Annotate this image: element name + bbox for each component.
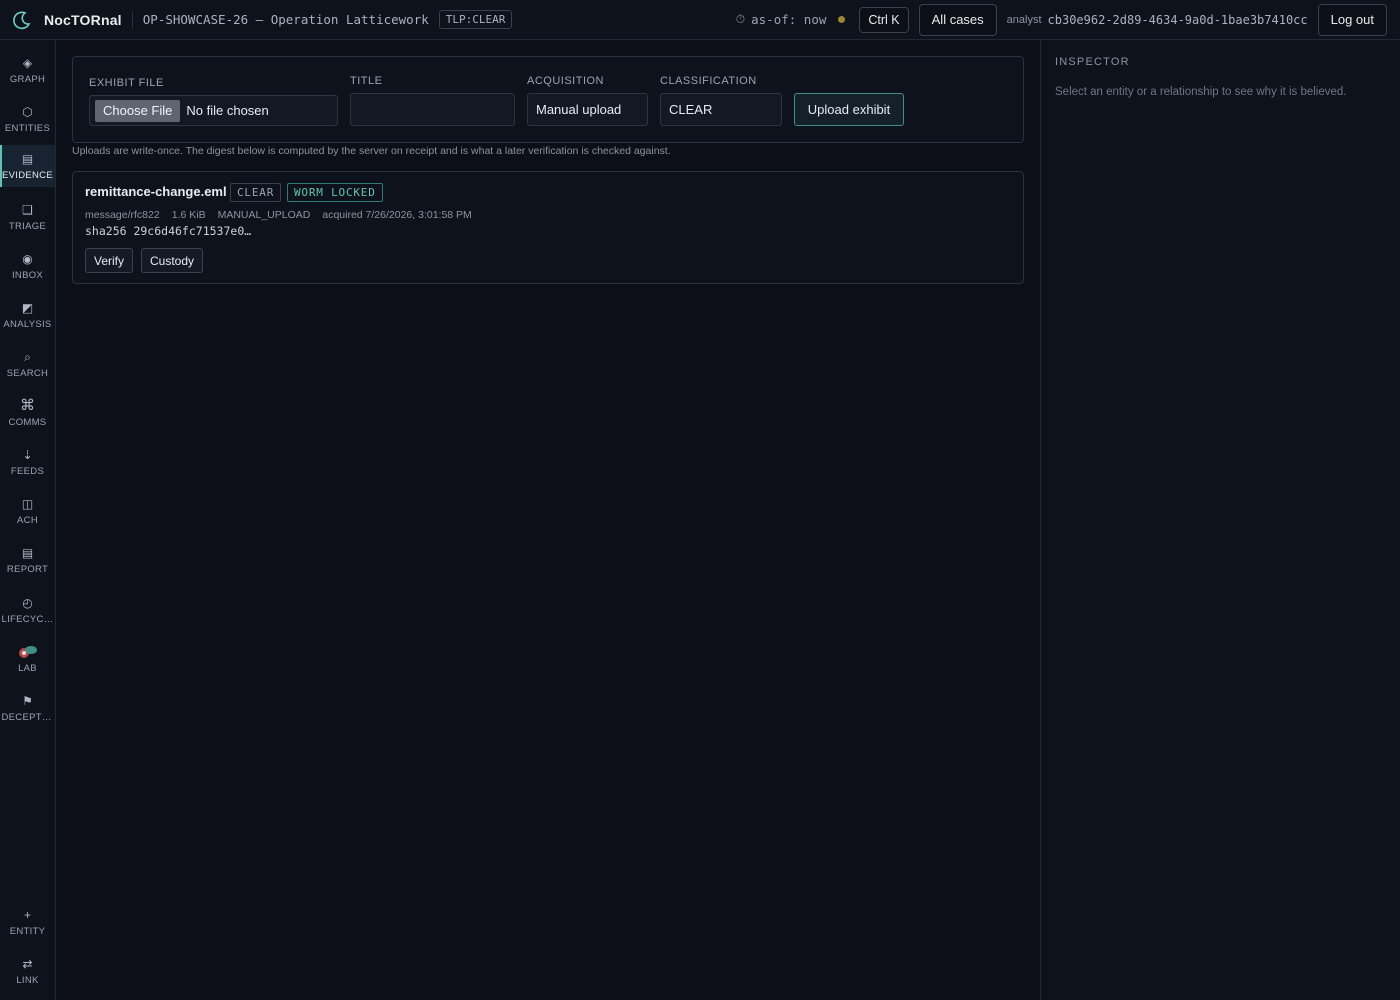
inspector-title: INSPECTOR [1055, 56, 1130, 68]
exhibit-file-input[interactable]: Choose File No file chosen [89, 95, 338, 126]
tlp-badge: TLP:CLEAR [438, 10, 513, 29]
exhibit-mime: message/rfc822 [85, 209, 160, 221]
top-bar: NocTORnal OP-SHOWCASE-26 — Operation Lat… [0, 0, 1400, 40]
sidebar-item-label: ACH [17, 514, 38, 526]
sidebar-item-label: EVIDENCE [2, 169, 53, 181]
analyst-label: analyst [1006, 13, 1042, 26]
sidebar-item-graph[interactable]: ◈ GRAPH [0, 47, 55, 93]
lab-icon [18, 645, 37, 658]
hexagon-icon: ⬡ [22, 104, 33, 119]
plus-icon: + [23, 907, 31, 922]
command-icon: ⌘ [20, 396, 35, 414]
sidebar-item-inbox[interactable]: ◉ INBOX [0, 243, 55, 289]
sidebar-item-lifecycle[interactable]: ◴ LIFECYCLE [0, 587, 55, 633]
logout-button[interactable]: Log out [1317, 3, 1387, 36]
sidebar-item-label: FEEDS [10, 465, 45, 477]
sidebar-item-entities[interactable]: ⬡ ENTITIES [0, 96, 55, 142]
sidebar-item-label: TRIAGE [8, 220, 47, 232]
upload-note: Uploads are write-once. The digest below… [72, 145, 671, 157]
sidebar-item-ach[interactable]: ◫ ACH [0, 488, 55, 534]
clock-icon: ⏱ [735, 12, 746, 26]
sidebar-item-search[interactable]: ⌕ SEARCH [0, 341, 55, 387]
columns-icon: ◫ [21, 496, 34, 511]
upload-exhibit-button[interactable]: Upload exhibit [794, 93, 904, 126]
sidebar-item-label: DECEPTI… [1, 711, 54, 723]
sidebar-item-label: INBOX [11, 269, 44, 281]
sidebar-item-label: COMMS [8, 416, 47, 428]
as-of-control[interactable]: ⏱ as-of: now [736, 12, 827, 27]
feeds-icon: ⇣ [22, 447, 33, 462]
sidebar-item-label: LIFECYCLE [1, 613, 54, 625]
case-title[interactable]: OP-SHOWCASE-26 — Operation Latticework [143, 12, 429, 27]
graph-icon: ◈ [22, 55, 33, 70]
inspector-hint: Select an entity or a relationship to se… [1055, 86, 1347, 98]
sidebar-item-label: GRAPH [9, 73, 46, 85]
moon-logo-icon [13, 11, 31, 29]
classification-select[interactable]: CLEAR [660, 93, 782, 126]
sidebar-add-link[interactable]: ⇄ LINK [0, 948, 55, 994]
clock-icon: ◴ [22, 595, 33, 610]
sidebar-item-label: ENTITY [9, 925, 46, 937]
sidebar-item-label: LAB [18, 662, 37, 674]
inspector-panel: INSPECTOR Select an entity or a relation… [1040, 40, 1400, 1000]
square-icon: ❑ [22, 202, 33, 217]
report-icon: ▤ [21, 545, 34, 560]
upload-form: EXHIBIT FILE Choose File No file chosen … [72, 56, 1024, 143]
sidebar-item-analysis[interactable]: ◩ ANALYSIS [0, 292, 55, 338]
exhibit-hash: sha256 29c6d46fc71537e0… [85, 224, 252, 238]
sidebar-item-report[interactable]: ▤ REPORT [0, 537, 55, 583]
exhibit-file-label: EXHIBIT FILE [89, 77, 164, 89]
title-input[interactable] [350, 93, 515, 126]
classification-badge: CLEAR [230, 183, 282, 202]
sidebar-item-lab[interactable]: LAB [0, 636, 55, 682]
evidence-main: EXHIBIT FILE Choose File No file chosen … [56, 40, 1040, 1000]
sidebar-item-deception[interactable]: ⚑ DECEPTI… [0, 685, 55, 731]
title-label: TITLE [350, 75, 383, 87]
connection-status-dot [838, 16, 846, 23]
acquisition-select[interactable]: Manual upload [527, 93, 648, 126]
analyst-id: cb30e962-2d89-4634-9a0d-1bae3b7410cc [1047, 12, 1308, 27]
all-cases-button[interactable]: All cases [918, 3, 997, 36]
verify-button[interactable]: Verify [85, 248, 134, 273]
sidebar-add-entity[interactable]: + ENTITY [0, 899, 55, 945]
worm-lock-badge: WORM LOCKED [287, 183, 383, 202]
brand-name: NocTORnal [44, 11, 122, 28]
exhibit-size: 1.6 KiB [171, 209, 206, 221]
evidence-icon: ▤ [21, 151, 34, 166]
exhibit-name[interactable]: remittance-change.eml [85, 184, 227, 199]
sidebar-nav: ◈ GRAPH ⬡ ENTITIES ▤ EVIDENCE ❑ TRIAGE ◉… [0, 40, 56, 1000]
inbox-icon: ◉ [22, 251, 33, 266]
exhibit-card: remittance-change.eml CLEAR WORM LOCKED … [72, 171, 1024, 284]
custody-button[interactable]: Custody [141, 248, 204, 273]
classification-label: CLASSIFICATION [660, 75, 757, 87]
search-icon: ⌕ [24, 349, 31, 364]
analysis-icon: ◩ [21, 300, 34, 315]
sidebar-item-label: ENTITIES [4, 122, 51, 134]
swap-icon: ⇄ [22, 956, 33, 971]
acquisition-label: ACQUISITION [527, 75, 605, 87]
as-of-label: as-of: now [751, 12, 827, 27]
command-palette-button[interactable]: Ctrl K [859, 6, 909, 33]
sidebar-item-feeds[interactable]: ⇣ FEEDS [0, 439, 55, 485]
exhibit-acquisition: MANUAL_UPLOAD [217, 209, 311, 221]
sidebar-item-comms[interactable]: ⌘ COMMS [0, 390, 55, 436]
exhibit-acquired: acquired 7/26/2026, 3:01:58 PM [322, 209, 472, 221]
choose-file-button[interactable]: Choose File [95, 99, 181, 122]
sidebar-item-label: REPORT [6, 563, 49, 575]
sidebar-item-evidence[interactable]: ▤ EVIDENCE [0, 145, 55, 187]
file-status: No file chosen [186, 103, 269, 118]
sidebar-item-label: SEARCH [6, 367, 49, 379]
sidebar-item-label: ANALYSIS [3, 318, 52, 330]
sidebar-item-label: LINK [16, 974, 39, 986]
exhibit-meta: message/rfc822 1.6 KiB MANUAL_UPLOAD acq… [85, 209, 472, 221]
flag-icon: ⚑ [22, 693, 33, 708]
sidebar-item-triage[interactable]: ❑ TRIAGE [0, 194, 55, 240]
header-divider [131, 10, 133, 29]
